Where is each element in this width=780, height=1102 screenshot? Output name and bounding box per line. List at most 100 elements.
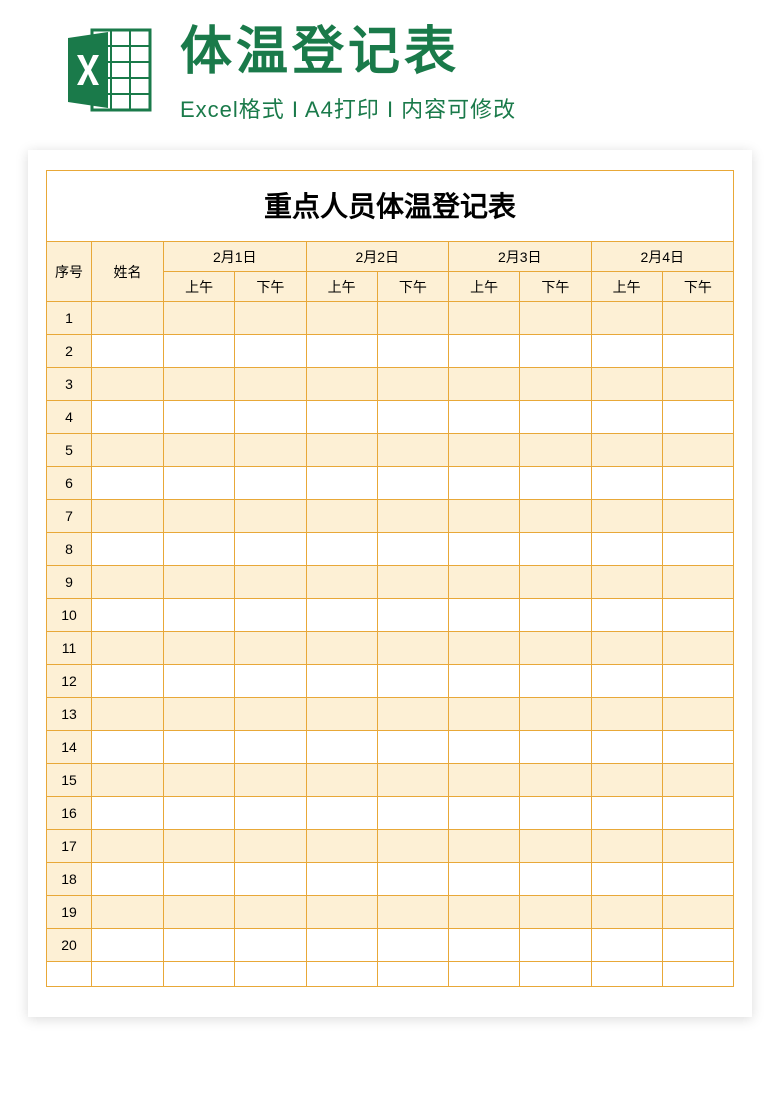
data-cell xyxy=(449,896,520,929)
data-cell xyxy=(377,665,448,698)
data-cell xyxy=(235,698,306,731)
data-cell xyxy=(377,599,448,632)
data-cell xyxy=(235,797,306,830)
data-cell xyxy=(92,731,164,764)
data-cell xyxy=(306,764,377,797)
data-cell xyxy=(591,830,662,863)
data-cell xyxy=(92,500,164,533)
data-cell xyxy=(92,599,164,632)
seq-cell: 8 xyxy=(47,533,92,566)
data-cell xyxy=(377,533,448,566)
data-cell xyxy=(164,632,235,665)
data-cell xyxy=(520,698,591,731)
data-cell xyxy=(92,896,164,929)
data-cell xyxy=(92,797,164,830)
data-cell xyxy=(662,566,733,599)
seq-cell: 11 xyxy=(47,632,92,665)
data-cell xyxy=(520,401,591,434)
data-cell xyxy=(662,896,733,929)
seq-cell: 18 xyxy=(47,863,92,896)
data-cell xyxy=(377,302,448,335)
data-cell xyxy=(520,863,591,896)
data-cell xyxy=(662,401,733,434)
seq-cell: 13 xyxy=(47,698,92,731)
data-cell xyxy=(164,434,235,467)
footer-cell xyxy=(47,962,92,987)
table-row: 7 xyxy=(47,500,734,533)
data-cell xyxy=(662,929,733,962)
data-cell xyxy=(235,830,306,863)
data-cell xyxy=(306,698,377,731)
seq-cell: 3 xyxy=(47,368,92,401)
seq-cell: 9 xyxy=(47,566,92,599)
table-row: 10 xyxy=(47,599,734,632)
data-cell xyxy=(306,632,377,665)
data-cell xyxy=(164,665,235,698)
data-cell xyxy=(92,467,164,500)
data-cell xyxy=(377,929,448,962)
data-cell xyxy=(662,830,733,863)
table-row: 5 xyxy=(47,434,734,467)
data-cell xyxy=(662,632,733,665)
table-row: 1 xyxy=(47,302,734,335)
data-cell xyxy=(662,698,733,731)
sheet-container: 重点人员体温登记表 序号 姓名 2月1日 2月2日 2月3日 2月4日 上午 下… xyxy=(28,150,752,1017)
footer-cell xyxy=(306,962,377,987)
data-cell xyxy=(449,302,520,335)
data-cell xyxy=(449,500,520,533)
data-cell xyxy=(92,533,164,566)
data-cell xyxy=(306,599,377,632)
data-cell xyxy=(377,830,448,863)
data-cell xyxy=(591,434,662,467)
col-header-date-2: 2月3日 xyxy=(449,242,592,272)
data-cell xyxy=(235,599,306,632)
data-cell xyxy=(235,302,306,335)
data-cell xyxy=(520,368,591,401)
data-cell xyxy=(306,797,377,830)
data-cell xyxy=(662,302,733,335)
data-cell xyxy=(164,764,235,797)
data-cell xyxy=(449,401,520,434)
data-cell xyxy=(662,797,733,830)
data-cell xyxy=(662,467,733,500)
seq-cell: 1 xyxy=(47,302,92,335)
seq-cell: 12 xyxy=(47,665,92,698)
data-cell xyxy=(520,665,591,698)
data-cell xyxy=(306,863,377,896)
data-cell xyxy=(164,797,235,830)
data-cell xyxy=(306,335,377,368)
data-cell xyxy=(449,599,520,632)
data-cell xyxy=(591,500,662,533)
data-cell xyxy=(449,698,520,731)
document-title: 体温登记表 xyxy=(180,21,750,83)
seq-cell: 15 xyxy=(47,764,92,797)
data-cell xyxy=(591,764,662,797)
col-header-date-3: 2月4日 xyxy=(591,242,734,272)
data-cell xyxy=(520,500,591,533)
data-cell xyxy=(306,896,377,929)
data-cell xyxy=(591,335,662,368)
data-cell xyxy=(591,896,662,929)
col-header-pm: 下午 xyxy=(520,272,591,302)
col-header-am: 上午 xyxy=(306,272,377,302)
seq-cell: 5 xyxy=(47,434,92,467)
seq-cell: 16 xyxy=(47,797,92,830)
table-row: 8 xyxy=(47,533,734,566)
data-cell xyxy=(164,698,235,731)
data-cell xyxy=(520,830,591,863)
data-cell xyxy=(164,566,235,599)
seq-cell: 10 xyxy=(47,599,92,632)
data-cell xyxy=(449,731,520,764)
col-header-pm: 下午 xyxy=(235,272,306,302)
data-cell xyxy=(164,863,235,896)
seq-cell: 14 xyxy=(47,731,92,764)
data-cell xyxy=(92,368,164,401)
data-cell xyxy=(164,401,235,434)
data-cell xyxy=(520,599,591,632)
seq-cell: 20 xyxy=(47,929,92,962)
data-cell xyxy=(306,401,377,434)
table-row: 11 xyxy=(47,632,734,665)
data-cell xyxy=(306,830,377,863)
seq-cell: 19 xyxy=(47,896,92,929)
data-cell xyxy=(164,335,235,368)
